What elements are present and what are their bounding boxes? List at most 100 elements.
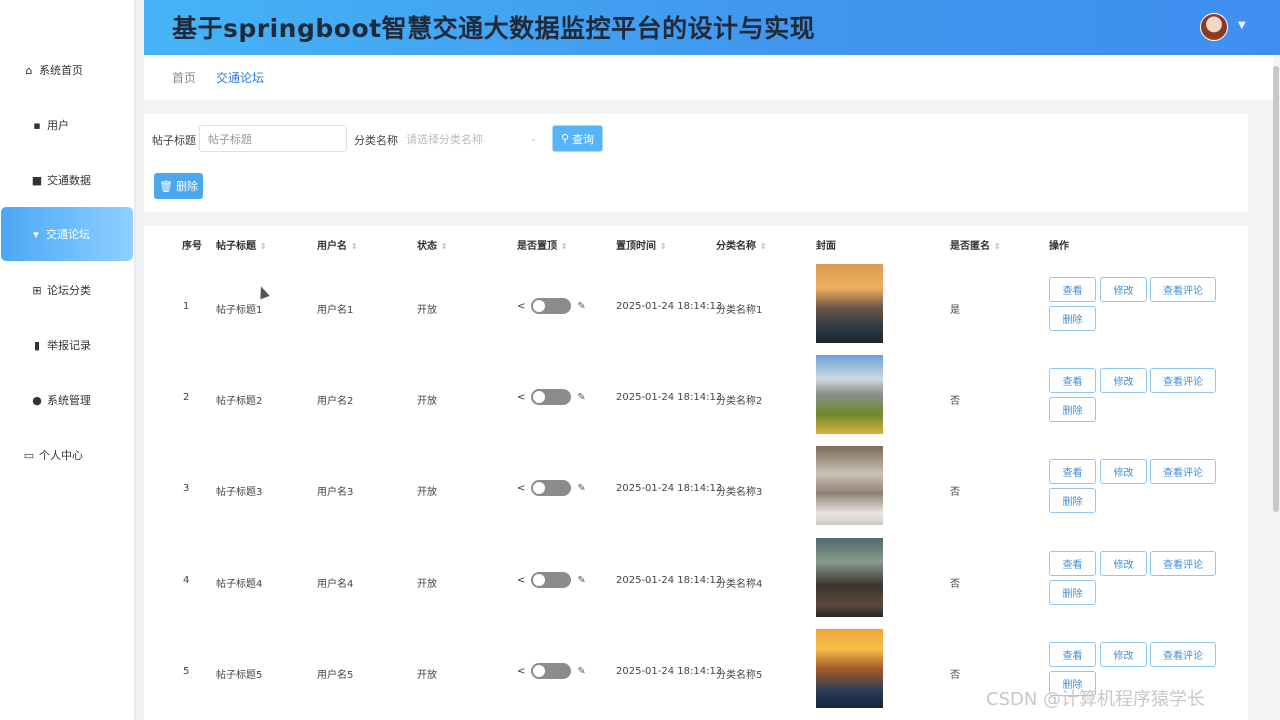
view-comments-button[interactable]: 查看评论 <box>1150 642 1216 667</box>
edit-button[interactable]: 修改 <box>1100 368 1147 393</box>
trash-icon: 🗑 <box>159 179 173 193</box>
view-button[interactable]: 查看 <box>1049 277 1096 302</box>
query-button[interactable]: ⚲ 查询 <box>552 125 603 152</box>
view-comments-button[interactable]: 查看评论 <box>1150 459 1216 484</box>
sidebar-item-label: 用户 <box>47 119 69 132</box>
sidebar-item-home[interactable]: ⌂ 系统首页 <box>0 43 134 97</box>
sidebar-item-system[interactable]: ● 系统管理 <box>0 373 134 427</box>
pinned-toggle[interactable] <box>531 298 572 314</box>
sidebar-item-user[interactable]: ▪ 用户 <box>0 98 134 152</box>
cell-title: 帖子标题2 <box>216 396 263 407</box>
book-icon: ▮ <box>33 338 41 352</box>
sort-icon: ⇕ <box>660 242 667 251</box>
person-icon: ● <box>32 393 42 407</box>
sidebar-item-reports[interactable]: ▮ 举报记录 <box>0 318 134 372</box>
cell-pinned: < ✎ <box>517 663 586 679</box>
cover-image[interactable] <box>816 264 883 343</box>
sidebar: ⌂ 系统首页 ▪ 用户 ■ 交通数据 ▾ 交通论坛 ⊞ 论坛分类 ▮ 举报记录 … <box>0 0 134 720</box>
view-button[interactable]: 查看 <box>1049 459 1096 484</box>
share-icon: < <box>517 574 526 586</box>
pinned-toggle[interactable] <box>531 572 572 588</box>
view-button[interactable]: 查看 <box>1049 642 1096 667</box>
col-header-actions: 操作 <box>1049 241 1069 252</box>
delete-button[interactable]: 删除 <box>1049 580 1096 605</box>
cell-pinned: < ✎ <box>517 389 586 405</box>
view-comments-button[interactable]: 查看评论 <box>1150 368 1216 393</box>
edit-button[interactable]: 修改 <box>1100 642 1147 667</box>
grid-icon: ⊞ <box>32 283 42 297</box>
view-comments-button[interactable]: 查看评论 <box>1150 277 1216 302</box>
scrollbar[interactable] <box>1273 66 1279 512</box>
cell-index: 2 <box>183 392 190 403</box>
cell-pinned: < ✎ <box>517 572 586 588</box>
category-select-placeholder: 请选择分类名称 <box>406 132 483 146</box>
cell-username: 用户名1 <box>317 305 354 316</box>
edit-button[interactable]: 修改 <box>1100 459 1147 484</box>
sidebar-item-label: 论坛分类 <box>47 284 91 297</box>
col-header-category[interactable]: 分类名称 ⇕ <box>716 237 767 252</box>
cell-index: 1 <box>183 301 190 312</box>
chat-icon: ▾ <box>33 227 39 241</box>
sidebar-item-traffic-data[interactable]: ■ 交通数据 <box>0 153 134 207</box>
table-row: 3 帖子标题3 用户名3 开放 < ✎ 2025-01-24 18:14:13 分类名称3 否查… <box>144 441 1248 532</box>
col-header-pinned[interactable]: 是否置顶 ⇕ <box>517 237 568 252</box>
delete-button[interactable]: 删除 <box>1049 306 1096 331</box>
col-header-index: 序号 <box>182 241 202 252</box>
view-comments-button[interactable]: 查看评论 <box>1150 551 1216 576</box>
pinned-toggle[interactable] <box>531 663 572 679</box>
sort-icon: ⇕ <box>441 242 448 251</box>
edit-button[interactable]: 修改 <box>1100 277 1147 302</box>
briefcase-icon: ■ <box>31 173 43 187</box>
caret-down-icon[interactable]: ▼ <box>1238 20 1246 31</box>
sidebar-item-label: 系统管理 <box>47 394 91 407</box>
edit-button[interactable]: 修改 <box>1100 551 1147 576</box>
cell-title: 帖子标题3 <box>216 487 263 498</box>
cell-category: 分类名称1 <box>716 305 763 316</box>
cover-image[interactable] <box>816 629 883 708</box>
col-header-username[interactable]: 用户名 ⇕ <box>317 237 358 252</box>
breadcrumb-home[interactable]: 首页 <box>172 69 196 86</box>
avatar[interactable] <box>1200 13 1228 41</box>
home-icon: ⌂ <box>25 63 33 77</box>
sidebar-item-forum-category[interactable]: ⊞ 论坛分类 <box>0 263 134 317</box>
pinned-toggle[interactable] <box>531 389 572 405</box>
category-select[interactable]: 请选择分类名称 ⌄ <box>400 125 543 152</box>
col-header-anonymous[interactable]: 是否匿名 ⇕ <box>950 237 1001 252</box>
col-header-pin-time[interactable]: 置顶时间 ⇕ <box>616 237 667 252</box>
watermark: CSDN @计算机程序猿学长 <box>986 689 1206 710</box>
pen-icon: ✎ <box>577 574 586 586</box>
cell-pin-time: 2025-01-24 18:14:13 <box>616 483 723 494</box>
cell-index: 3 <box>183 483 190 494</box>
view-button[interactable]: 查看 <box>1049 368 1096 393</box>
app-title: 基于springboot智慧交通大数据监控平台的设计与实现 <box>172 14 816 43</box>
sidebar-item-traffic-forum[interactable]: ▾ 交通论坛 <box>1 207 133 261</box>
cover-image[interactable] <box>816 355 883 434</box>
view-button[interactable]: 查看 <box>1049 551 1096 576</box>
cell-anonymous: 是 <box>950 305 960 316</box>
share-icon: < <box>517 482 526 494</box>
col-header-title[interactable]: 帖子标题 ⇕ <box>216 237 267 252</box>
category-filter-label: 分类名称 <box>354 134 398 147</box>
col-header-status[interactable]: 状态 ⇕ <box>417 237 448 252</box>
pinned-toggle[interactable] <box>531 480 572 496</box>
cover-image[interactable] <box>816 538 883 617</box>
breadcrumb: 首页 交通论坛 <box>144 55 1274 100</box>
cell-anonymous: 否 <box>950 396 960 407</box>
sort-icon: ⇕ <box>260 242 267 251</box>
cover-image[interactable] <box>816 446 883 525</box>
title-filter-input[interactable]: 帖子标题 <box>199 125 347 152</box>
delete-button[interactable]: 删除 <box>1049 397 1096 422</box>
cell-pin-time: 2025-01-24 18:14:13 <box>616 666 723 677</box>
table-row: 1 帖子标题1 用户名1 开放 < ✎ 2025-01-24 18:14:13 分类名称1 是查… <box>144 259 1248 350</box>
batch-delete-button[interactable]: 🗑 删除 <box>154 173 203 199</box>
sidebar-item-profile[interactable]: ▭ 个人中心 <box>0 428 134 482</box>
delete-button[interactable]: 删除 <box>1049 488 1096 513</box>
header: 基于springboot智慧交通大数据监控平台的设计与实现 ▼ <box>144 0 1280 55</box>
cell-pin-time: 2025-01-24 18:14:13 <box>616 392 723 403</box>
col-header-cover: 封面 <box>816 241 836 252</box>
data-table: 序号 帖子标题 ⇕ 用户名 ⇕ 状态 ⇕ 是否置顶 ⇕ 置顶时间 ⇕ 分类名称 ⇕ 封面 是… <box>144 226 1248 720</box>
user-icon: ▪ <box>33 118 41 132</box>
share-icon: < <box>517 300 526 312</box>
batch-delete-label: 删除 <box>175 180 198 193</box>
sort-icon: ⇕ <box>561 242 568 251</box>
